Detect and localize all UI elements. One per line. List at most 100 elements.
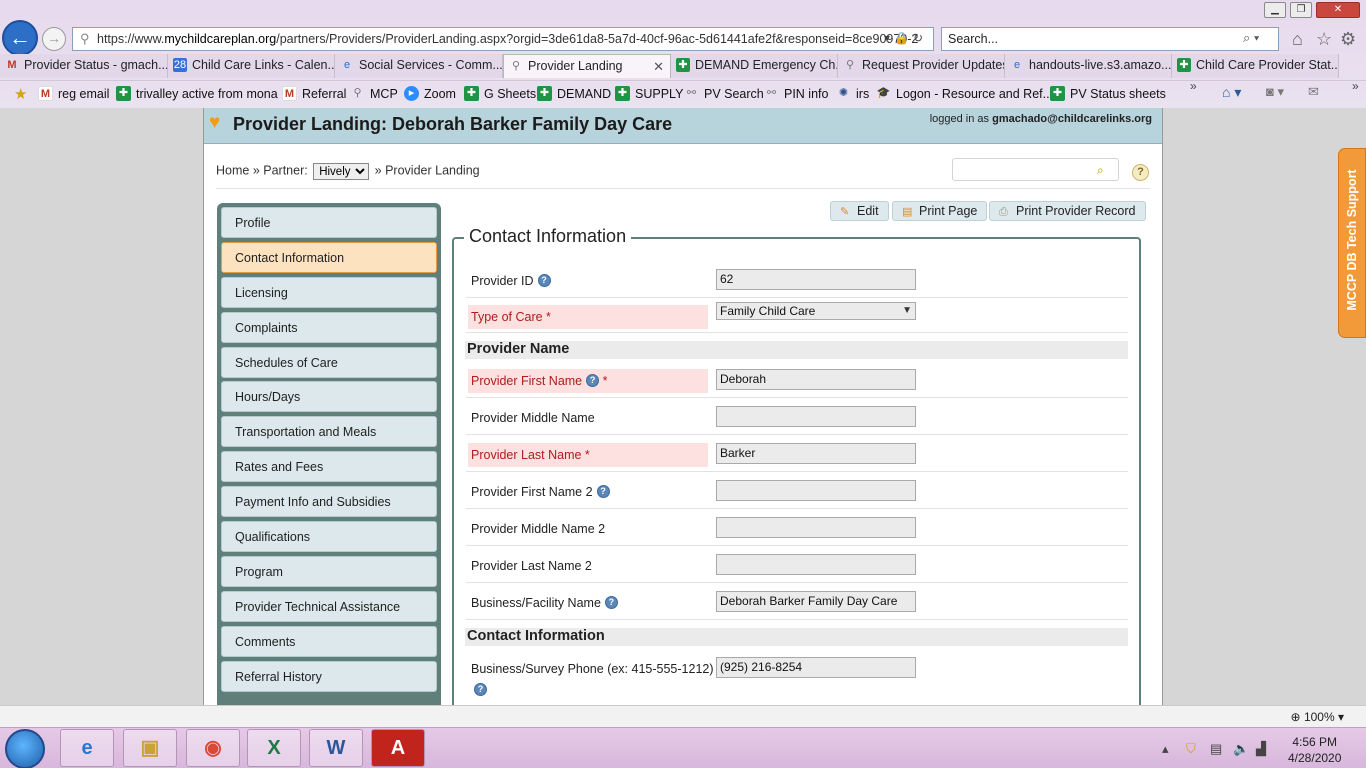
tab-child-care-provider-stat[interactable]: ✚ Child Care Provider Stat... [1172,54,1339,78]
ie-taskbar-icon[interactable]: e [60,729,114,767]
help-icon[interactable]: ? [1132,164,1149,181]
fav-pin-info[interactable]: ⚯ PIN info [764,85,829,103]
fav-trivalley[interactable]: ✚ trivalley active from mona [116,85,278,103]
tab-demand-emergency[interactable]: ✚ DEMAND Emergency Ch... [671,54,838,78]
page-icon: ⚲ [845,59,855,71]
provider-id-field[interactable]: 62 [716,269,916,290]
fav-pv-status-sheets[interactable]: ✚ PV Status sheets [1050,85,1166,103]
nav-item-schedules-of-care[interactable]: Schedules of Care [221,346,437,378]
volume-icon[interactable]: 🔈 [1233,741,1249,757]
minimize-button[interactable]: ▁ [1264,2,1286,18]
search-icon[interactable]: ⌕ [1097,163,1104,178]
zoom-level[interactable]: ⊕ 100% ▾ [1291,710,1344,724]
nav-item-rates-fees[interactable]: Rates and Fees [221,451,437,483]
chevron-more-icon[interactable]: » [1190,79,1197,93]
chevron-more-icon[interactable]: » [1352,79,1359,93]
back-button[interactable]: ← [2,20,38,56]
nav-item-profile[interactable]: Profile [221,207,437,238]
type-of-care-select[interactable]: Family Child Care ▼ [716,302,916,320]
home-icon[interactable]: ⌂ ▾ [1222,84,1241,101]
excel-taskbar-icon[interactable]: X [247,729,301,767]
edit-button[interactable]: ✎ Edit [830,201,889,221]
first-name-field[interactable]: Deborah [716,369,916,390]
tab-child-care-links[interactable]: 28 Child Care Links - Calen... [168,54,335,78]
fav-logon[interactable]: 🎓 Logon - Resource and Ref... [876,85,1053,103]
tab-provider-landing[interactable]: ⚲ Provider Landing ✕ [503,54,671,78]
address-bar[interactable]: https://www.mychildcareplan.org/partners… [72,27,934,51]
favorites-star-icon[interactable]: ★ [14,85,27,103]
type-of-care-row: Type of Care * Family Child Care ▼ [466,298,1128,333]
nav-item-qualifications[interactable]: Qualifications [221,521,437,553]
tray-arrow-icon[interactable]: ▴ [1162,741,1169,757]
mail-icon[interactable]: ✉ [1308,84,1319,100]
fav-reg-email[interactable]: Mreg email [38,85,109,103]
info-icon[interactable]: ? [596,485,610,498]
nav-item-technical-assistance[interactable]: Provider Technical Assistance [221,590,437,622]
word-taskbar-icon[interactable]: W [309,729,363,767]
fav-pv-search[interactable]: ⚯ PV Search [684,85,764,103]
business-name-field[interactable]: Deborah Barker Family Day Care [716,591,916,612]
explorer-taskbar-icon[interactable]: ▣ [123,729,177,767]
tab-handouts[interactable]: e handouts-live.s3.amazo... [1005,54,1172,78]
chrome-taskbar-icon[interactable]: ◉ [186,729,240,767]
last-name-field[interactable]: Barker [716,443,916,464]
gear-icon[interactable]: ⚙ [1340,29,1356,50]
fav-zoom[interactable]: ▸ Zoom [404,85,456,103]
info-icon[interactable]: ? [604,596,618,609]
info-icon[interactable]: ? [474,683,487,696]
phone-field[interactable]: (925) 216-8254 [716,657,916,678]
tech-support-tab[interactable]: MCCP DB Tech Support [1338,148,1366,338]
page-search-input[interactable] [952,158,1119,181]
favorites-bar: ★ Mreg email ✚ trivalley active from mona… [0,79,1366,106]
nav-item-contact-information[interactable]: Contact Information [221,241,437,273]
ie-icon: e [343,59,351,71]
tab-provider-status[interactable]: M Provider Status - gmach... [0,54,168,78]
print-provider-record-button[interactable]: ⎙ Print Provider Record [989,201,1146,221]
tab-social-services[interactable]: e Social Services - Comm... [335,54,503,78]
last-name-2-field[interactable] [716,554,916,575]
nav-item-transportation-meals[interactable]: Transportation and Meals [221,416,437,448]
info-icon[interactable]: ? [586,374,600,387]
network-icon[interactable]: ▟ [1256,741,1266,757]
fav-mcp[interactable]: ⚲ MCP [350,85,397,103]
nav-item-program[interactable]: Program [221,555,437,587]
middle-name-2-field[interactable] [716,517,916,538]
business-name-row: Business/Facility Name? Deborah Barker F… [466,583,1128,620]
address-tools-icons[interactable]: ▾🔒↻ [884,31,927,45]
star-icon[interactable]: ☆ [1316,29,1332,50]
nav-item-payment-info[interactable]: Payment Info and Subsidies [221,486,437,518]
fav-referral[interactable]: M Referral [282,85,346,103]
search-icon[interactable]: ⌕ ▾ [1243,30,1259,46]
fav-g-sheets[interactable]: ✚ G Sheets [464,85,536,103]
nav-item-hours-days[interactable]: Hours/Days [221,381,437,413]
shield-icon[interactable]: ⛉ [1186,741,1196,757]
close-window-button[interactable]: ✕ [1316,2,1360,18]
sheets-icon: ✚ [116,86,131,101]
sheets-icon: ✚ [1050,86,1065,101]
nav-item-referral-history[interactable]: Referral History [221,660,437,692]
fav-demand[interactable]: ✚ DEMAND [537,85,611,103]
device-icon[interactable]: ▤ [1210,741,1222,757]
first-name-2-field[interactable] [716,480,916,501]
middle-name-field[interactable] [716,406,916,427]
breadcrumb-home[interactable]: Home [216,164,249,178]
last-name-2-row: Provider Last Name 2 [466,546,1128,583]
acrobat-taskbar-icon[interactable]: A [371,729,425,767]
partner-select[interactable]: Hively [313,163,370,180]
start-button[interactable] [5,729,45,768]
fav-irs[interactable]: ✺ irs [836,85,869,103]
nav-item-comments[interactable]: Comments [221,625,437,657]
fav-supply[interactable]: ✚ SUPPLY [615,85,683,103]
close-tab-icon[interactable]: ✕ [653,55,664,78]
home-icon[interactable]: ⌂ [1292,29,1303,50]
maximize-button[interactable]: ❐ [1290,2,1312,18]
forward-button[interactable]: → [42,27,66,51]
nav-item-licensing[interactable]: Licensing [221,276,437,308]
print-page-button[interactable]: ▤ Print Page [892,201,988,221]
info-icon[interactable]: ? [537,274,551,287]
tab-request-provider-updates[interactable]: ⚲ Request Provider Updates [838,54,1005,78]
rss-icon[interactable]: ◙ ▾ [1266,84,1284,100]
browser-search-input[interactable]: Search... [941,27,1279,51]
nav-item-complaints[interactable]: Complaints [221,311,437,343]
clock[interactable]: 4:56 PM 4/28/2020 [1288,734,1341,766]
